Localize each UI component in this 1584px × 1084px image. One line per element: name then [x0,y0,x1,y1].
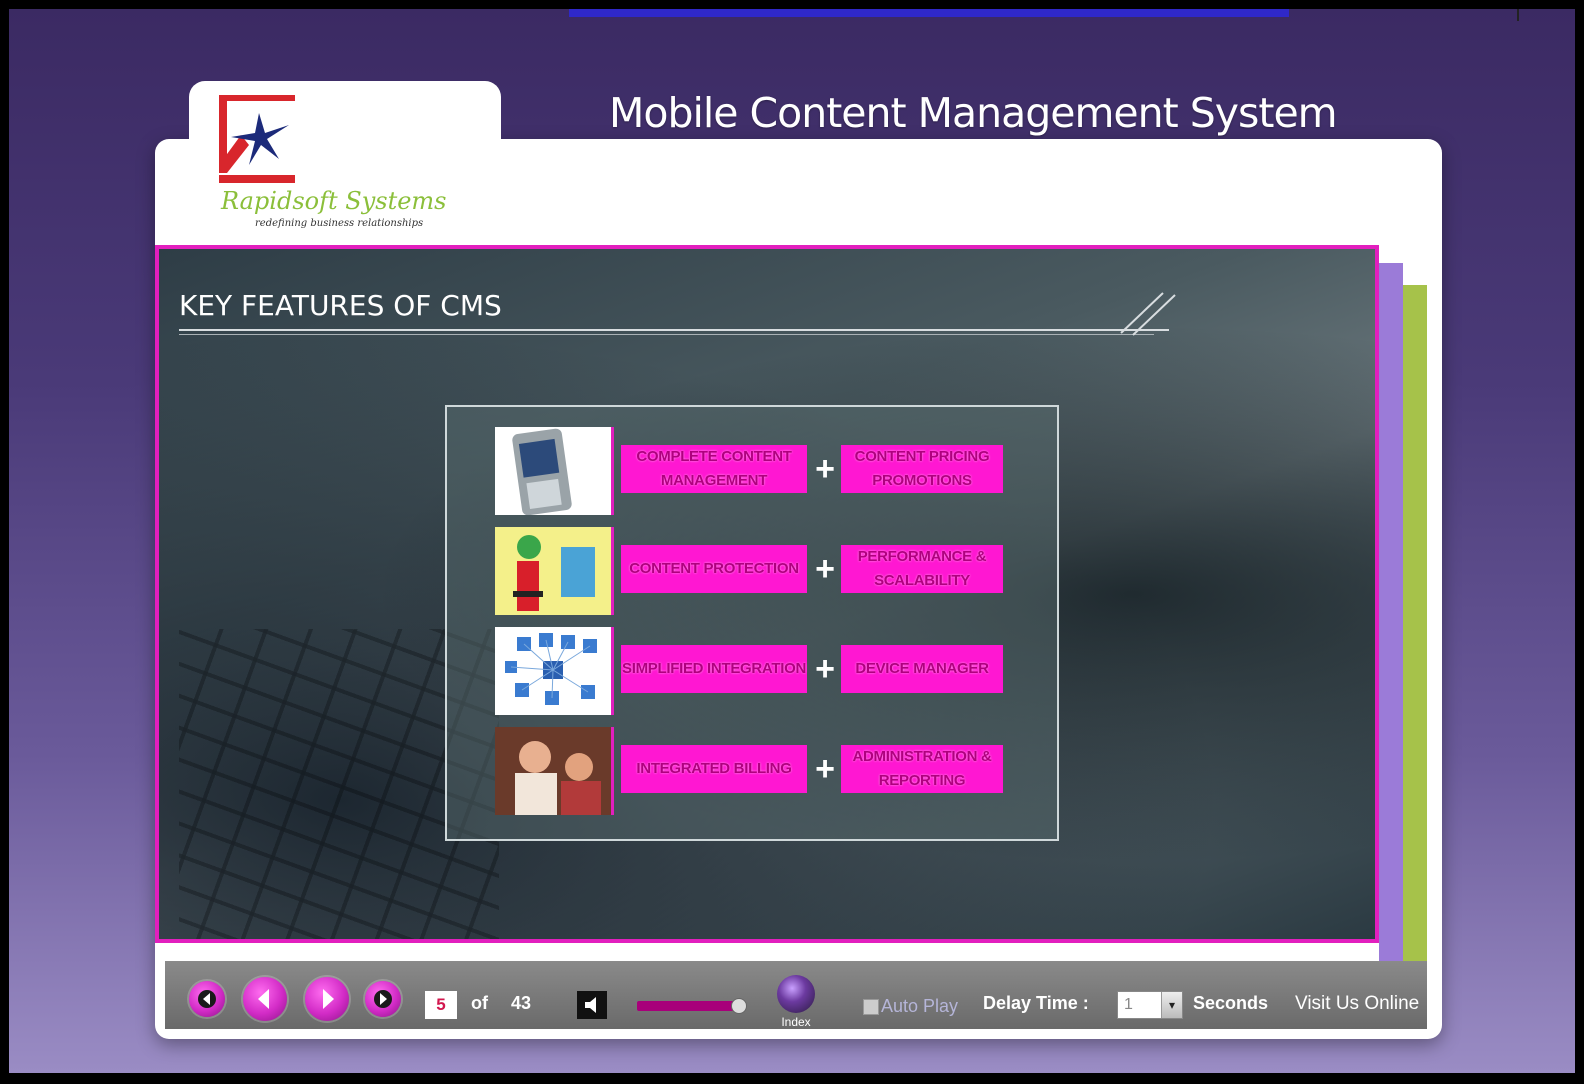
plus-icon: + [815,650,835,688]
plus-icon: + [815,450,835,488]
feature-row: CONTENT PROTECTION + PERFORMANCE & SCALA… [495,527,1015,617]
delay-time-select[interactable]: 1 ▾ [1117,991,1183,1019]
brand-name: Rapidsoft Systems [221,187,447,215]
feature-row: INTEGRATED BILLING + ADMINISTRATION & RE… [495,727,1015,817]
plus-icon: + [815,750,835,788]
index-label[interactable]: Index [777,1015,815,1029]
chevron-down-icon[interactable]: ▾ [1161,992,1182,1018]
feature-row: COMPLETE CONTENT MANAGEMENT + CONTENT PR… [495,427,1015,517]
feature-label: SIMPLIFIED INTEGRATION [621,645,807,693]
slide-area: KEY FEATURES OF CMS COMPLETE CONTENT MAN… [155,245,1379,943]
brand-tagline: redefining business relationships [255,218,424,229]
protection-illustration-image [495,527,614,615]
autoplay-checkbox[interactable] [863,999,879,1015]
app-title: Mobile Content Management System [609,89,1338,137]
features-panel: COMPLETE CONTENT MANAGEMENT + CONTENT PR… [445,405,1059,841]
autoplay-label: Auto Play [881,996,959,1016]
previous-slide-button[interactable] [243,977,287,1021]
total-pages: 43 [511,993,532,1013]
feature-label: CONTENT PRICING PROMOTIONS [841,445,1003,493]
feature-label: INTEGRATED BILLING [621,745,807,793]
double-chevron-left-icon [198,990,216,1008]
slide-title: KEY FEATURES OF CMS [179,289,502,322]
chevron-left-icon [258,989,269,1009]
feature-label: ADMINISTRATION & REPORTING [841,745,1003,793]
network-diagram-image [495,627,614,715]
people-billing-image [495,727,614,815]
visit-us-online-link[interactable]: Visit Us Online [1295,993,1419,1015]
feature-label: PERFORMANCE & SCALABILITY [841,545,1003,593]
feature-label: COMPLETE CONTENT MANAGEMENT [621,445,807,493]
decorative-stripe-purple [1379,263,1403,1029]
current-page-input[interactable]: 5 [425,991,457,1019]
divider [1517,9,1519,21]
title-slash-decoration [1120,292,1176,336]
next-slide-button[interactable] [305,977,349,1021]
chevron-right-icon [323,989,334,1009]
rapidsoft-logo-icon [219,95,295,183]
delay-time-label: Delay Time : [983,993,1089,1013]
navigation-toolbar: 5 of 43 Index Auto Play Delay Time : 1 ▾… [165,961,1427,1029]
title-underline [179,329,1169,331]
decorative-stripe-green [1401,285,1427,961]
presentation-stage: Mobile Content Management System Rapidso… [9,9,1575,1073]
plus-icon: + [815,550,835,588]
seconds-label: Seconds [1193,993,1269,1013]
first-slide-button[interactable] [189,981,225,1017]
delay-time-value: 1 [1124,996,1133,1013]
double-chevron-right-icon [374,990,392,1008]
title-underline [179,334,1154,335]
feature-row: SIMPLIFIED INTEGRATION + DEVICE MANAGER [495,627,1015,717]
volume-slider[interactable] [637,1001,741,1011]
index-globe-icon[interactable] [777,975,815,1013]
top-banner-fragment [569,9,1289,17]
mobile-phone-image [495,427,614,515]
feature-label: DEVICE MANAGER [841,645,1003,693]
last-slide-button[interactable] [365,981,401,1017]
of-label: of [471,993,488,1013]
volume-slider-knob[interactable] [731,998,747,1014]
speaker-icon[interactable] [577,991,607,1019]
feature-label: CONTENT PROTECTION [621,545,807,593]
